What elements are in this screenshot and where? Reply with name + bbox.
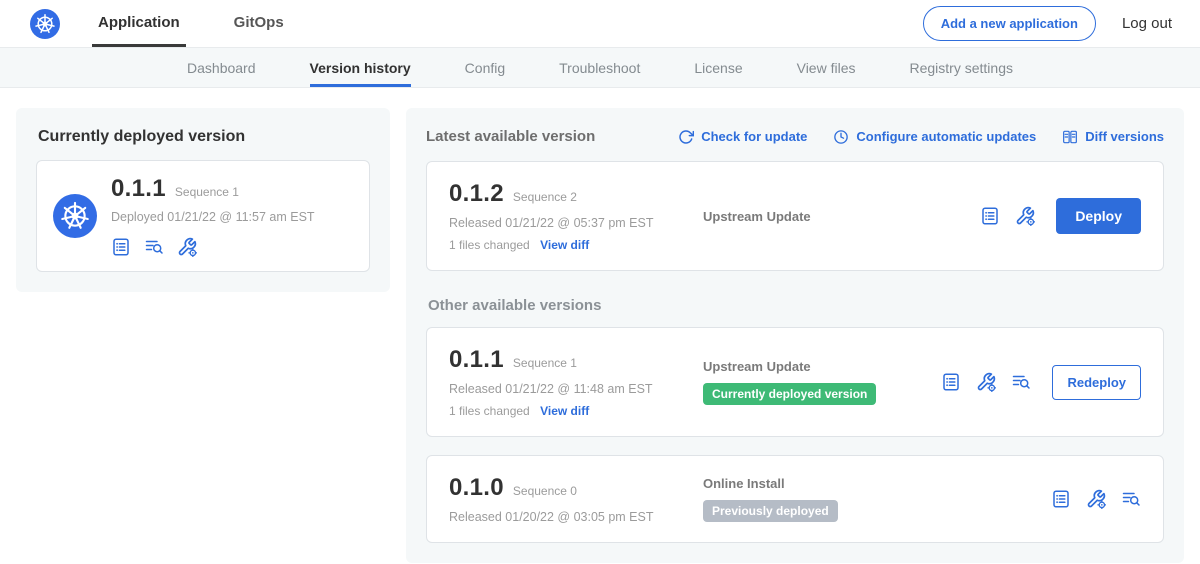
deploy-logs-icon[interactable] bbox=[144, 237, 164, 257]
version-source-label: Online Install bbox=[703, 476, 1051, 491]
view-diff-link[interactable]: View diff bbox=[540, 238, 589, 252]
tab-application[interactable]: Application bbox=[92, 0, 186, 47]
available-versions-panel: Latest available version Check for updat… bbox=[406, 108, 1184, 563]
version-card-0-1-0: 0.1.0 Sequence 0 Released 01/20/22 @ 03:… bbox=[426, 455, 1164, 543]
version-card-source: Online Install Previously deployed bbox=[703, 476, 1051, 522]
check-for-update-link[interactable]: Check for update bbox=[678, 129, 807, 145]
deploy-button[interactable]: Deploy bbox=[1056, 198, 1141, 234]
view-diff-link[interactable]: View diff bbox=[540, 404, 589, 418]
currently-deployed-badge: Currently deployed version bbox=[703, 383, 876, 405]
check-for-update-label: Check for update bbox=[701, 129, 807, 144]
deployed-action-icons bbox=[111, 237, 315, 257]
subnav-item-license[interactable]: License bbox=[694, 48, 742, 87]
configure-automatic-updates-label: Configure automatic updates bbox=[856, 129, 1036, 144]
topbar-right: Add a new application Log out bbox=[923, 0, 1172, 47]
files-changed-line: 1 files changed View diff bbox=[449, 404, 703, 418]
version-number: 0.1.1 bbox=[449, 346, 504, 374]
version-card-actions: Deploy bbox=[980, 198, 1141, 234]
release-notes-icon[interactable] bbox=[111, 237, 131, 257]
logout-link[interactable]: Log out bbox=[1122, 15, 1172, 32]
subnav-item-view-files[interactable]: View files bbox=[797, 48, 856, 87]
other-versions-title: Other available versions bbox=[428, 297, 1164, 314]
diff-versions-label: Diff versions bbox=[1085, 129, 1164, 144]
files-changed-label: 1 files changed bbox=[449, 238, 530, 252]
files-changed-label: 1 files changed bbox=[449, 404, 530, 418]
version-card-actions bbox=[1051, 489, 1141, 509]
version-source-label: Upstream Update bbox=[703, 359, 941, 374]
latest-version-title: Latest available version bbox=[426, 128, 595, 145]
version-actions: Check for update Configure automatic upd… bbox=[678, 129, 1164, 145]
version-card-source: Upstream Update Currently deployed versi… bbox=[703, 359, 941, 405]
version-card-source: Upstream Update bbox=[703, 209, 980, 224]
application-icon bbox=[53, 194, 97, 238]
deploy-logs-icon[interactable] bbox=[1121, 489, 1141, 509]
edit-config-icon[interactable] bbox=[1015, 206, 1035, 226]
deployed-version-info: 0.1.1 Sequence 1 Deployed 01/21/22 @ 11:… bbox=[111, 175, 315, 257]
configure-automatic-updates-link[interactable]: Configure automatic updates bbox=[833, 129, 1036, 145]
version-card-actions: Redeploy bbox=[941, 365, 1141, 400]
app-subnav: Dashboard Version history Config Trouble… bbox=[0, 47, 1200, 88]
deployed-version-number: 0.1.1 bbox=[111, 175, 166, 203]
tab-gitops[interactable]: GitOps bbox=[228, 0, 290, 47]
version-card-0-1-1: 0.1.1 Sequence 1 Released 01/21/22 @ 11:… bbox=[426, 327, 1164, 437]
currently-deployed-panel: Currently deployed version 0.1.1 Sequenc… bbox=[16, 108, 390, 292]
released-date: Released 01/21/22 @ 05:37 pm EST bbox=[449, 216, 703, 230]
kubernetes-logo-icon bbox=[30, 9, 60, 39]
edit-config-icon[interactable] bbox=[976, 372, 996, 392]
edit-config-icon[interactable] bbox=[1086, 489, 1106, 509]
release-notes-icon[interactable] bbox=[1051, 489, 1071, 509]
diff-columns-icon bbox=[1062, 129, 1078, 145]
topbar: Application GitOps Add a new application… bbox=[0, 0, 1200, 47]
version-card-info: 0.1.1 Sequence 1 Released 01/21/22 @ 11:… bbox=[449, 346, 703, 418]
subnav-item-troubleshoot[interactable]: Troubleshoot bbox=[559, 48, 640, 87]
latest-version-header: Latest available version Check for updat… bbox=[426, 128, 1164, 145]
subnav-item-version-history[interactable]: Version history bbox=[310, 48, 411, 87]
main-content: Currently deployed version 0.1.1 Sequenc… bbox=[0, 88, 1200, 564]
topbar-tabs: Application GitOps bbox=[92, 0, 290, 47]
admin-console-page: Application GitOps Add a new application… bbox=[0, 0, 1200, 564]
released-date: Released 01/21/22 @ 11:48 am EST bbox=[449, 382, 703, 396]
version-card-info: 0.1.2 Sequence 2 Released 01/21/22 @ 05:… bbox=[449, 180, 703, 252]
files-changed-line: 1 files changed View diff bbox=[449, 238, 703, 252]
tab-application-label: Application bbox=[98, 14, 180, 31]
redeploy-button[interactable]: Redeploy bbox=[1052, 365, 1141, 400]
clock-icon bbox=[833, 129, 849, 145]
currently-deployed-title: Currently deployed version bbox=[38, 128, 370, 146]
subnav-item-registry-settings[interactable]: Registry settings bbox=[910, 48, 1013, 87]
diff-versions-link[interactable]: Diff versions bbox=[1062, 129, 1164, 145]
edit-config-icon[interactable] bbox=[177, 237, 197, 257]
deployed-sequence-label: Sequence 1 bbox=[175, 185, 239, 199]
refresh-icon bbox=[678, 129, 694, 145]
sequence-label: Sequence 0 bbox=[513, 484, 577, 498]
add-application-button[interactable]: Add a new application bbox=[923, 6, 1096, 41]
release-notes-icon[interactable] bbox=[980, 206, 1000, 226]
previously-deployed-badge: Previously deployed bbox=[703, 500, 838, 522]
version-source-label: Upstream Update bbox=[703, 209, 980, 224]
subnav-item-dashboard[interactable]: Dashboard bbox=[187, 48, 256, 87]
subnav-item-config[interactable]: Config bbox=[465, 48, 505, 87]
topbar-left: Application GitOps bbox=[30, 0, 290, 47]
version-card-info: 0.1.0 Sequence 0 Released 01/20/22 @ 03:… bbox=[449, 474, 703, 524]
deployed-date: Deployed 01/21/22 @ 11:57 am EST bbox=[111, 210, 315, 224]
version-number: 0.1.2 bbox=[449, 180, 504, 208]
deployed-version-card: 0.1.1 Sequence 1 Deployed 01/21/22 @ 11:… bbox=[36, 160, 370, 272]
released-date: Released 01/20/22 @ 03:05 pm EST bbox=[449, 510, 703, 524]
sequence-label: Sequence 2 bbox=[513, 190, 577, 204]
version-card-latest: 0.1.2 Sequence 2 Released 01/21/22 @ 05:… bbox=[426, 161, 1164, 271]
release-notes-icon[interactable] bbox=[941, 372, 961, 392]
tab-gitops-label: GitOps bbox=[234, 14, 284, 31]
deploy-logs-icon[interactable] bbox=[1011, 372, 1031, 392]
sequence-label: Sequence 1 bbox=[513, 356, 577, 370]
version-number: 0.1.0 bbox=[449, 474, 504, 502]
